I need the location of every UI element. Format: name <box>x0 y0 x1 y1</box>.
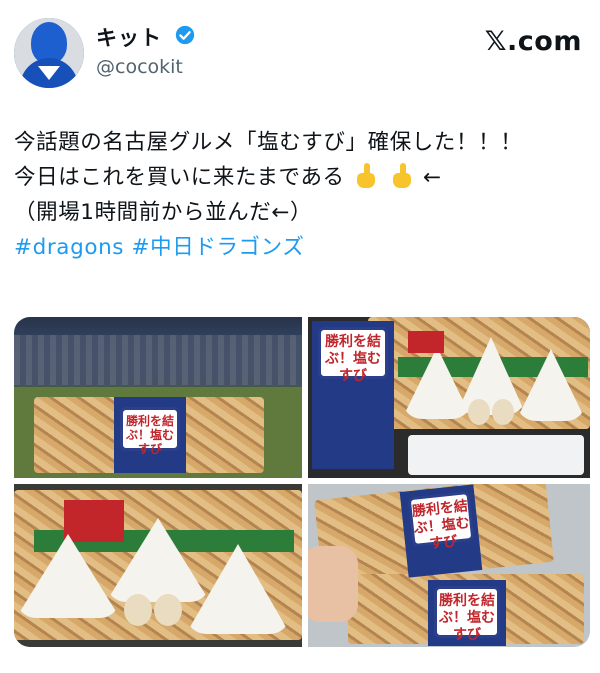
media-grid: 勝利を結ぶ！塩むすび 勝利を結ぶ！塩むすび 勝利を結ぶ！塩むすび 勝利を結ぶ！塩… <box>14 317 590 647</box>
tweet-text: 今話題の名古屋グルメ「塩むすび」確保した！！！ 今日はこれを買いに来たまである … <box>14 125 586 265</box>
product-label: 勝利を結ぶ！塩むすび <box>120 407 180 456</box>
media-image-2[interactable]: 勝利を結ぶ！塩むすび <box>308 317 590 478</box>
hashtag-row: #dragons #中日ドラゴンズ <box>14 230 586 265</box>
tweet-line-3: （開場1時間前から並んだ←） <box>14 200 313 225</box>
hashtag-dragons[interactable]: #dragons <box>14 235 124 260</box>
tweet-line-1: 今話題の名古屋グルメ「塩むすび」確保した！！！ <box>14 130 523 155</box>
product-label: 勝利を結ぶ！塩むすび <box>434 586 500 643</box>
hashtag-chunichi-dragons[interactable]: #中日ドラゴンズ <box>132 235 305 260</box>
media-image-1[interactable]: 勝利を結ぶ！塩むすび <box>14 317 302 478</box>
x-logo[interactable]: 𝕏.com <box>485 26 582 57</box>
product-label: 勝利を結ぶ！塩むすび <box>318 327 388 384</box>
avatar[interactable] <box>14 18 84 88</box>
tweet-line-2: 今日はこれを買いに来たまである ← <box>14 160 586 195</box>
media-image-4[interactable]: 勝利を結ぶ！塩むすび 勝利を結ぶ！塩むすび <box>308 484 590 647</box>
tweet-line-2-text: 今日はこれを買いに来たまである <box>14 165 345 190</box>
tweet-header: キット @cocokit 𝕏.com <box>14 14 586 94</box>
pointing-up-icon <box>355 163 377 189</box>
media-image-3[interactable] <box>14 484 302 647</box>
verified-badge-icon <box>175 25 195 45</box>
pointing-up-icon <box>391 163 413 189</box>
display-name[interactable]: キット <box>96 22 162 52</box>
user-handle[interactable]: @cocokit <box>96 56 183 78</box>
tweet-line-2-arrow: ← <box>422 165 442 190</box>
product-label: 勝利を結ぶ！塩むすび <box>407 490 475 552</box>
